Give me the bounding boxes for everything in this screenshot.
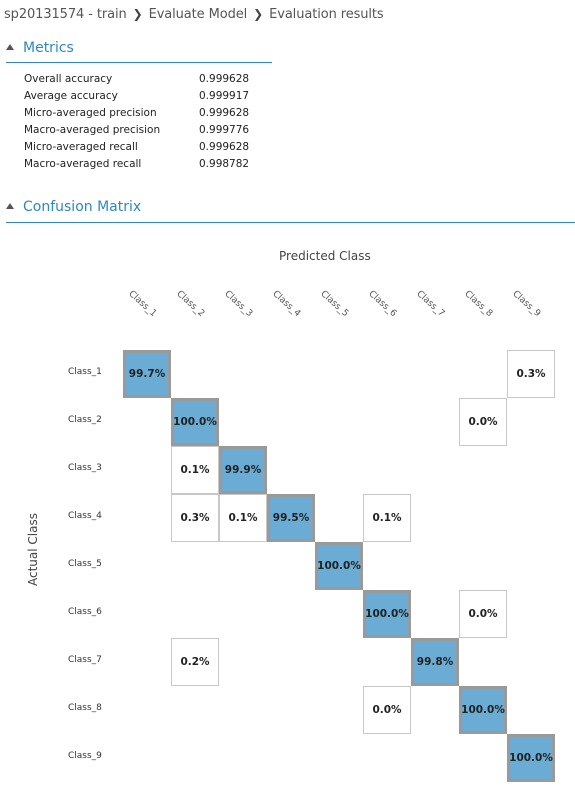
triangle-up-icon	[6, 203, 14, 209]
row-label: Class_5	[68, 559, 102, 569]
row-label: Class_4	[68, 511, 102, 521]
matrix-cell[interactable]: 0.3%	[171, 494, 219, 542]
metric-value: 0.999628	[199, 141, 250, 153]
column-label: Class_2	[174, 289, 207, 320]
metric-value: 0.999917	[199, 90, 250, 102]
column-label: Class_3	[222, 289, 255, 320]
matrix-cell[interactable]: 0.1%	[219, 494, 267, 542]
row-label: Class_2	[68, 415, 102, 425]
row-label: Class_8	[68, 703, 102, 713]
confusion-section-title: Confusion Matrix	[23, 199, 142, 215]
metric-value: 0.998782	[199, 158, 250, 170]
metrics-table: Overall accuracy 0.999628 Average accurac…	[24, 71, 249, 173]
triangle-up-icon	[6, 44, 14, 50]
metric-name: Average accuracy	[24, 90, 118, 102]
column-label: Class_8	[462, 289, 495, 320]
row-label: Class_9	[68, 751, 102, 761]
matrix-cell-diagonal[interactable]: 99.9%	[219, 446, 267, 494]
row-label: Class_1	[68, 367, 102, 377]
actual-class-title: Actual Class	[26, 513, 40, 586]
matrix-cell[interactable]: 0.2%	[171, 638, 219, 686]
metric-value: 0.999776	[199, 124, 250, 136]
metric-name: Micro-averaged recall	[24, 141, 138, 153]
metrics-section-title: Metrics	[23, 40, 74, 56]
confusion-divider	[6, 222, 575, 223]
metrics-divider	[6, 62, 272, 63]
matrix-cell[interactable]: 0.0%	[363, 686, 411, 734]
matrix-cell[interactable]: 0.1%	[363, 494, 411, 542]
metric-name: Micro-averaged precision	[24, 107, 157, 119]
metric-row: Overall accuracy 0.999628	[24, 71, 249, 88]
breadcrumb-current: Evaluation results	[269, 7, 384, 22]
matrix-cell-diagonal[interactable]: 99.8%	[411, 638, 459, 686]
breadcrumb: sp20131574 - train ❯ Evaluate Model ❯ Evalua…	[4, 7, 384, 22]
breadcrumb-experiment[interactable]: sp20131574 - train	[4, 7, 127, 22]
matrix-cell-diagonal[interactable]: 100.0%	[315, 542, 363, 590]
metric-row: Micro-averaged recall 0.999628	[24, 139, 249, 156]
column-label: Class_7	[414, 289, 447, 320]
metrics-section-toggle[interactable]: Metrics	[6, 40, 74, 56]
metric-row: Macro-averaged precision 0.999776	[24, 122, 249, 139]
column-label: Class_9	[510, 289, 543, 320]
column-label: Class_4	[270, 289, 303, 320]
matrix-cell[interactable]: 0.0%	[459, 398, 507, 446]
chevron-right-icon: ❯	[132, 7, 143, 21]
metric-value: 0.999628	[199, 73, 250, 85]
matrix-cell-diagonal[interactable]: 100.0%	[507, 734, 555, 782]
metric-value: 0.999628	[199, 107, 250, 119]
matrix-cell[interactable]: 0.1%	[171, 446, 219, 494]
matrix-cell-diagonal[interactable]: 99.7%	[123, 350, 171, 398]
metric-row: Micro-averaged precision 0.999628	[24, 105, 249, 122]
column-label: Class_1	[126, 289, 159, 320]
matrix-cell-diagonal[interactable]: 100.0%	[171, 398, 219, 446]
matrix-cell-diagonal[interactable]: 100.0%	[459, 686, 507, 734]
metric-name: Overall accuracy	[24, 73, 113, 85]
row-label: Class_7	[68, 655, 102, 665]
column-label: Class_6	[366, 289, 399, 320]
confusion-section-toggle[interactable]: Confusion Matrix	[6, 199, 141, 215]
chevron-right-icon: ❯	[253, 7, 264, 21]
column-label: Class_5	[318, 289, 351, 320]
matrix-cell-diagonal[interactable]: 100.0%	[363, 590, 411, 638]
matrix-cell[interactable]: 0.0%	[459, 590, 507, 638]
row-label: Class_6	[68, 607, 102, 617]
metric-row: Average accuracy 0.999917	[24, 88, 249, 105]
predicted-class-title: Predicted Class	[279, 249, 371, 263]
metric-name: Macro-averaged precision	[24, 124, 161, 136]
metric-row: Macro-averaged recall 0.998782	[24, 156, 249, 173]
breadcrumb-module[interactable]: Evaluate Model	[149, 7, 248, 22]
metric-name: Macro-averaged recall	[24, 158, 142, 170]
row-label: Class_3	[68, 463, 102, 473]
matrix-cell-diagonal[interactable]: 99.5%	[267, 494, 315, 542]
matrix-cell[interactable]: 0.3%	[507, 350, 555, 398]
